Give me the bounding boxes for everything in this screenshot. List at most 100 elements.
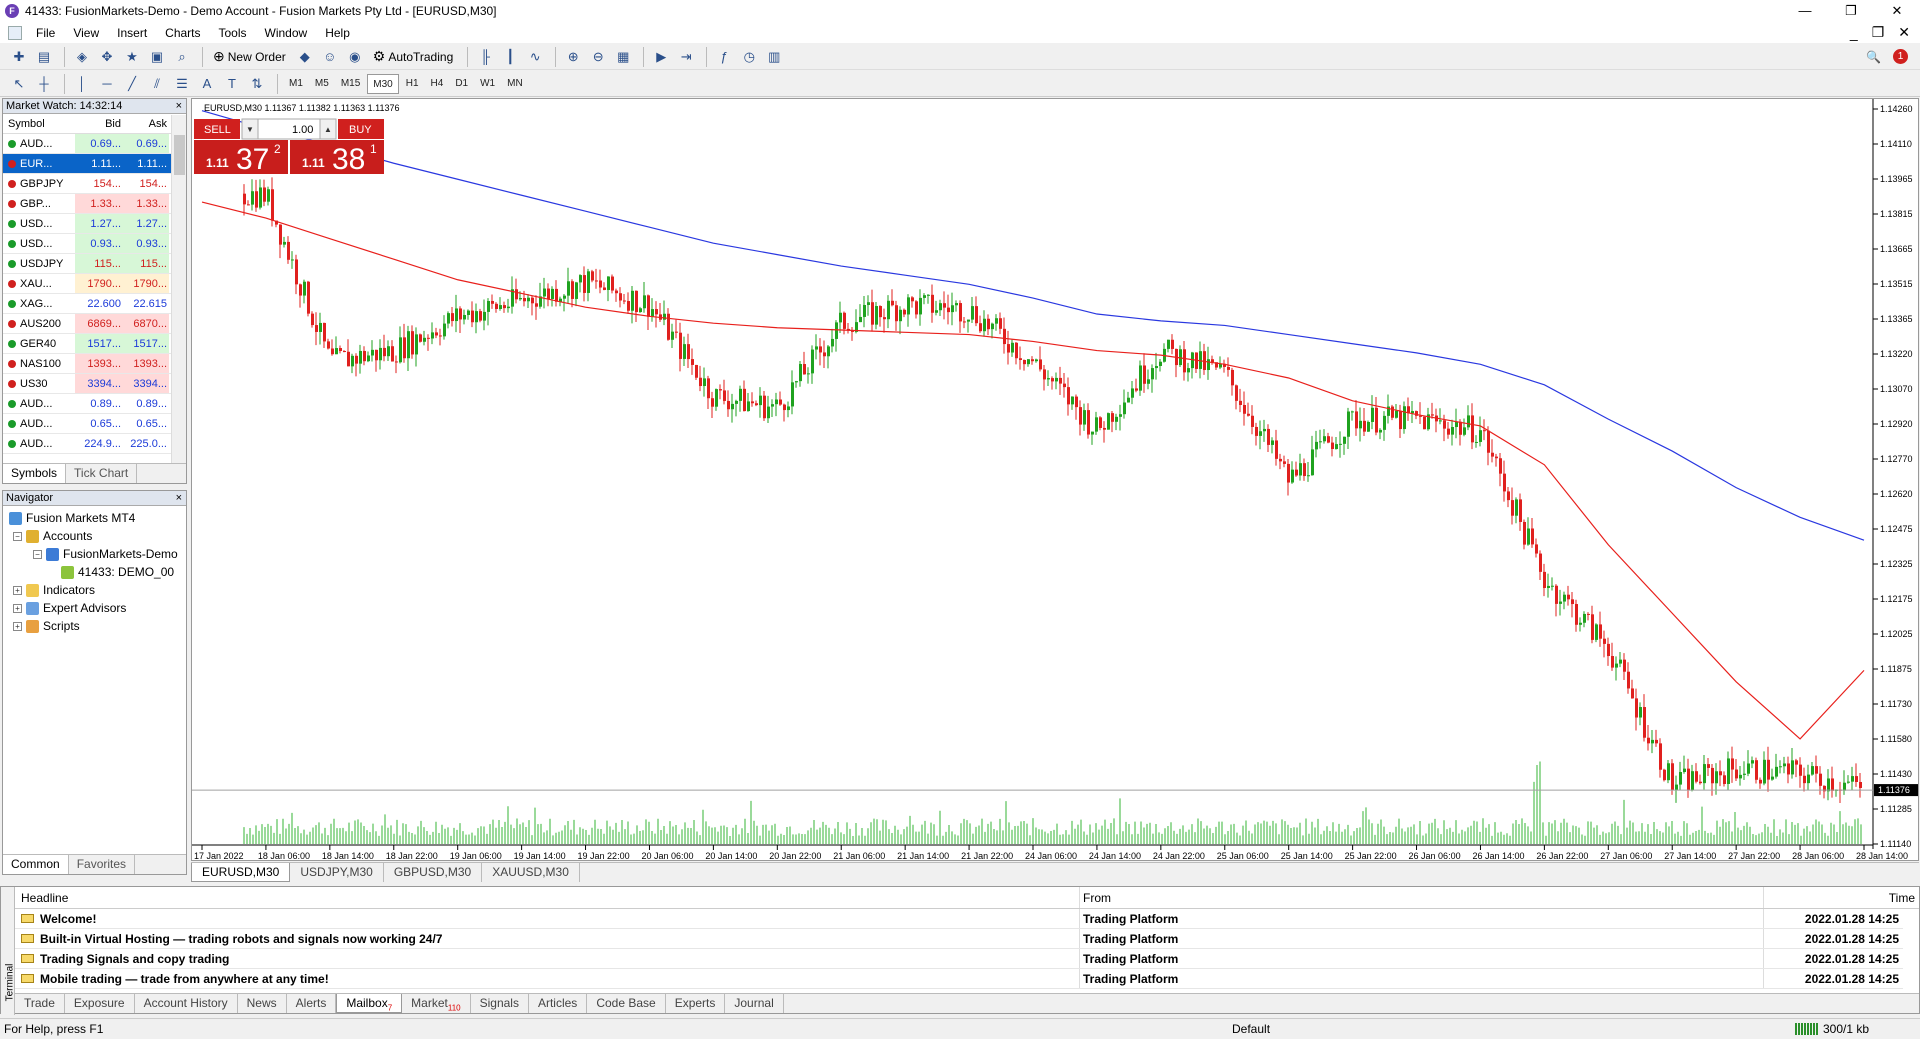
timeframe-h1[interactable]: H1 <box>401 74 424 94</box>
data-window-icon[interactable]: ✥ <box>96 46 118 68</box>
profiles-icon[interactable]: ▤ <box>33 46 55 68</box>
nav-expert-advisors[interactable]: + Expert Advisors <box>13 601 126 615</box>
column-from[interactable]: From <box>1079 887 1763 908</box>
terminal-tab-articles[interactable]: Articles <box>529 994 588 1013</box>
price-chart[interactable]: 1.14260 1.14110 1.13965 1.13815 1.13665 1.135… <box>192 99 1920 862</box>
trendline-icon[interactable]: ╱ <box>121 73 143 95</box>
market-watch-row[interactable]: AUD... 0.65... 0.65... <box>3 414 186 434</box>
market-watch-scrollbar[interactable] <box>171 115 186 465</box>
timeframe-m5[interactable]: M5 <box>310 74 334 94</box>
terminal-tab-journal[interactable]: Journal <box>725 994 784 1013</box>
close-icon[interactable]: × <box>176 491 182 506</box>
collapse-icon[interactable]: − <box>13 531 22 541</box>
menu-view[interactable]: View <box>64 26 108 40</box>
expand-icon[interactable]: + <box>13 585 22 595</box>
bar-chart-icon[interactable]: ╟ <box>474 46 496 68</box>
terminal-tab-mailbox[interactable]: Mailbox7 <box>336 994 403 1013</box>
text-icon[interactable]: A <box>196 73 218 95</box>
fibonacci-icon[interactable]: ☰ <box>171 73 193 95</box>
menu-tools[interactable]: Tools <box>210 26 256 40</box>
terminal-tab-news[interactable]: News <box>238 994 287 1013</box>
search-icon[interactable]: 🔍 <box>1866 50 1881 64</box>
mdi-restore-button[interactable]: ❐ <box>1872 24 1885 41</box>
chart-tab-gbpusd[interactable]: GBPUSD,M30 <box>384 863 483 882</box>
new-chart-icon[interactable]: ✚ <box>8 46 30 68</box>
timeframe-m1[interactable]: M1 <box>284 74 308 94</box>
market-watch-row[interactable]: GER40 1517... 1517... <box>3 334 186 354</box>
tile-windows-icon[interactable]: ▦ <box>612 46 634 68</box>
market-watch-row[interactable]: XAG... 22.600 22.615 <box>3 294 186 314</box>
templates-icon[interactable]: ▥ <box>763 46 785 68</box>
timeframe-m30[interactable]: M30 <box>367 73 399 94</box>
candlestick-icon[interactable]: ┃ <box>499 46 521 68</box>
chart-shift-icon[interactable]: ⇥ <box>675 46 697 68</box>
zoom-in-icon[interactable]: ⊕ <box>562 46 584 68</box>
tab-common[interactable]: Common <box>3 855 69 874</box>
autotrading-button[interactable]: ⚙ AutoTrading <box>369 46 458 68</box>
signals-icon[interactable]: ◉ <box>344 46 366 68</box>
expand-icon[interactable]: + <box>13 621 22 631</box>
restore-button[interactable]: ❐ <box>1828 0 1874 22</box>
mailbox-row[interactable]: Welcome! Trading Platform 2022.01.28 14:25 <box>15 909 1903 929</box>
mailbox-row[interactable]: Mobile trading — trade from anywhere at … <box>15 969 1903 989</box>
new-order-button[interactable]: ⊕ New Order <box>209 46 290 68</box>
market-watch-row[interactable]: AUD... 224.9... 225.0... <box>3 434 186 454</box>
market-watch-row[interactable]: US30 3394... 3394... <box>3 374 186 394</box>
strategy-tester-icon[interactable]: ⌕ <box>171 46 193 68</box>
menu-window[interactable]: Window <box>256 26 317 40</box>
expand-icon[interactable]: + <box>13 603 22 613</box>
terminal-tab-market[interactable]: Market110 <box>402 994 471 1013</box>
line-chart-icon[interactable]: ∿ <box>524 46 546 68</box>
terminal-icon[interactable]: ▣ <box>146 46 168 68</box>
chart-tab-usdjpy[interactable]: USDJPY,M30 <box>290 863 384 882</box>
nav-account[interactable]: 41433: DEMO_00 <box>61 565 174 579</box>
cursor-icon[interactable]: ↖ <box>8 73 30 95</box>
market-watch-row[interactable]: EUR... 1.11... 1.11... <box>3 154 186 174</box>
tab-favorites[interactable]: Favorites <box>69 855 136 874</box>
market-watch-icon[interactable]: ◈ <box>71 46 93 68</box>
nav-server[interactable]: − FusionMarkets-Demo <box>33 547 178 561</box>
chart-tab-xauusd[interactable]: XAUUSD,M30 <box>482 863 580 882</box>
market-watch-row[interactable]: USDJPY 115... 115... <box>3 254 186 274</box>
terminal-tab-experts[interactable]: Experts <box>666 994 726 1013</box>
column-time[interactable]: Time <box>1763 887 1919 908</box>
periods-icon[interactable]: ◷ <box>738 46 760 68</box>
equidistant-channel-icon[interactable]: ⫽ <box>146 73 168 95</box>
market-watch-row[interactable]: AUD... 0.69... 0.69... <box>3 134 186 154</box>
metaeditor-icon[interactable]: ◆ <box>294 46 316 68</box>
market-watch-row[interactable]: AUD... 0.89... 0.89... <box>3 394 186 414</box>
nav-indicators[interactable]: + Indicators <box>13 583 95 597</box>
zoom-out-icon[interactable]: ⊖ <box>587 46 609 68</box>
horizontal-line-icon[interactable]: ─ <box>96 73 118 95</box>
terminal-tab-trade[interactable]: Trade <box>15 994 65 1013</box>
column-headline[interactable]: Headline <box>15 887 1079 908</box>
collapse-icon[interactable]: − <box>33 549 42 559</box>
terminal-tab-alerts[interactable]: Alerts <box>287 994 337 1013</box>
terminal-tab-code-base[interactable]: Code Base <box>587 994 666 1013</box>
market-watch-row[interactable]: GBP... 1.33... 1.33... <box>3 194 186 214</box>
market-watch-row[interactable]: USD... 0.93... 0.93... <box>3 234 186 254</box>
crosshair-icon[interactable]: ┼ <box>33 73 55 95</box>
mailbox-row[interactable]: Built-in Virtual Hosting — trading robot… <box>15 929 1903 949</box>
timeframe-w1[interactable]: W1 <box>475 74 500 94</box>
tab-symbols[interactable]: Symbols <box>3 464 67 483</box>
timeframe-d1[interactable]: D1 <box>450 74 473 94</box>
mailbox-row[interactable]: Trading Signals and copy trading Trading … <box>15 949 1903 969</box>
notification-badge[interactable]: 1 <box>1893 49 1908 64</box>
auto-scroll-icon[interactable]: ▶ <box>650 46 672 68</box>
arrows-icon[interactable]: ⇅ <box>246 73 268 95</box>
chart-window[interactable]: 1.14260 1.14110 1.13965 1.13815 1.13665 1.135… <box>191 98 1919 861</box>
vertical-line-icon[interactable]: │ <box>71 73 93 95</box>
minimize-button[interactable]: — <box>1782 0 1828 22</box>
column-symbol[interactable]: Symbol <box>3 114 75 133</box>
tab-tick-chart[interactable]: Tick Chart <box>66 464 138 483</box>
terminal-tab-account-history[interactable]: Account History <box>135 994 238 1013</box>
nav-root[interactable]: Fusion Markets MT4 <box>9 511 135 525</box>
timeframe-m15[interactable]: M15 <box>336 74 365 94</box>
scrollbar-thumb[interactable] <box>174 135 185 175</box>
nav-scripts[interactable]: + Scripts <box>13 619 80 633</box>
column-ask[interactable]: Ask <box>123 114 169 133</box>
text-label-icon[interactable]: T <box>221 73 243 95</box>
column-bid[interactable]: Bid <box>75 114 123 133</box>
indicators-icon[interactable]: ƒ <box>713 46 735 68</box>
